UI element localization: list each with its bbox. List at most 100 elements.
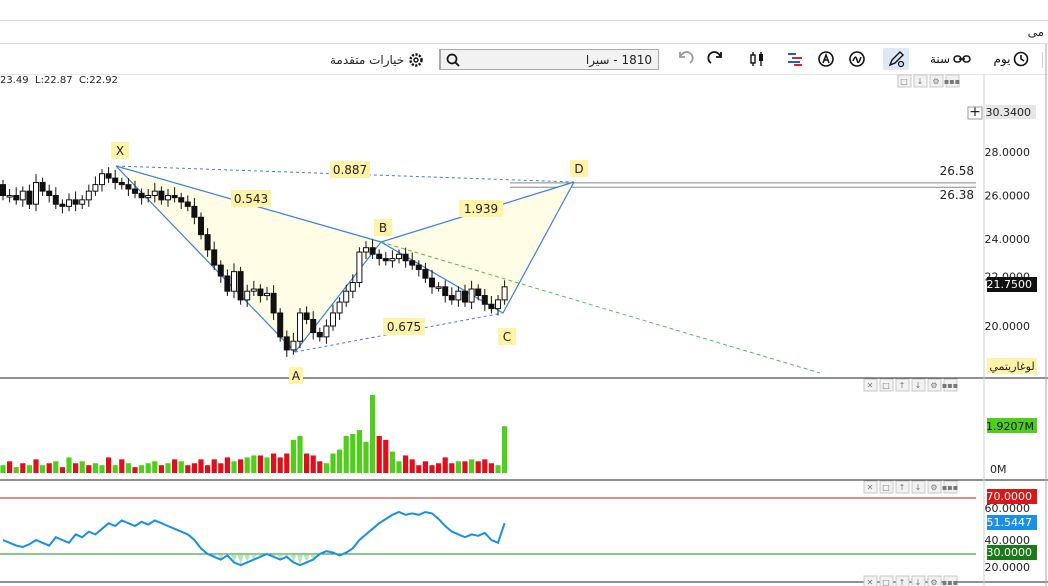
log-scale-button: لوغاريتمي [989,360,1034,373]
chart-canvas[interactable]: □ ↓ ⚙ ▪▪▪ ✕ □ ↑ ↓ ⚙ ▪▪▪ ✕ □ ↑ ↓ ⚙ ▪▪▪ ✕ □ ↑ ↓ ⚙ ▪▪▪ 26.58 26.3… [0,0,1048,586]
panel-2-button-3[interactable]: ↓ [911,480,926,494]
volume-bar-46 [304,453,310,473]
candle-body-7 [46,190,53,196]
volume-bar-74 [488,463,494,473]
panel-0-button-2[interactable]: ⚙ [929,74,944,88]
candle-body-19 [125,184,132,190]
chart-window: مى يوم سنة 1810 - سيرا خيارات متقدمة 23.… [0,0,1048,586]
rsi-last-tag: 51.5447 [987,516,1033,529]
candle-body-58 [382,258,389,262]
panel-button-icon: ⚙ [932,77,939,86]
candle-body-56 [369,247,376,255]
volume-bars [0,395,508,473]
volume-bar-56 [370,395,376,473]
candle-body-51 [336,301,343,314]
volume-bar-59 [389,451,395,473]
volume-bar-50 [330,453,336,473]
panel-1-button-0[interactable]: ✕ [863,378,878,392]
panel-2-button-5[interactable]: ▪▪▪ [942,480,958,494]
candle-body-72 [475,288,482,297]
panel-3-button-3[interactable]: ↓ [911,575,926,586]
volume-bar-61 [403,455,409,473]
volume-bar-20 [132,467,138,473]
panel-2-button-2[interactable]: ↑ [895,480,910,494]
volume-bar-24 [158,465,164,473]
candle-body-8 [52,195,59,205]
volume-bar-36 [238,459,244,473]
volume-bar-11 [73,463,79,473]
panel-0-button-1[interactable]: ↓ [913,74,928,88]
volume-bar-27 [178,461,184,473]
volume-bar-60 [396,461,402,473]
volume-bar-65 [429,465,435,473]
candle-body-2 [13,195,20,201]
panel-3-button-1[interactable]: □ [879,575,894,586]
panel-1-button-1[interactable]: □ [879,378,894,392]
volume-bar-15 [99,465,105,473]
volume-bar-1 [7,461,13,473]
rsi-series [0,497,976,567]
candle-body-73 [481,295,488,305]
candle-body-36 [237,271,244,301]
volume-bar-71 [469,459,475,473]
volume-last-tag: 1.9207M [986,420,1034,433]
level-label-upper: 26.58 [940,164,974,178]
candle-body-37 [244,290,251,301]
volume-bar-5 [33,459,39,473]
candle-body-18 [118,181,125,186]
candle-body-45 [297,312,303,342]
panel-3-button-0[interactable]: ✕ [863,575,878,586]
panel-button-icon: ⚙ [930,381,937,390]
panel-1-button-2[interactable]: ↑ [895,378,910,392]
candle-body-53 [349,282,356,292]
panel-0-button-0[interactable]: □ [897,74,912,88]
candle-body-70 [462,290,468,303]
panel-3-button-4[interactable]: ⚙ [927,575,942,586]
volume-bar-54 [356,430,362,473]
candle-body-11 [72,199,79,205]
volume-bar-52 [343,435,349,473]
panel-button-icon: ▪▪▪ [942,483,958,492]
volume-bar-75 [495,465,501,473]
panel-2-button-1[interactable]: □ [879,480,894,494]
volume-bar-18 [119,459,125,473]
panel-2-button-4[interactable]: ⚙ [927,480,942,494]
volume-bar-3 [20,463,26,473]
panel-2-button-0[interactable]: ✕ [863,480,878,494]
candle-body-27 [178,197,185,203]
volume-bar-10 [66,457,72,473]
volume-bar-73 [482,459,488,473]
candle-body-62 [409,260,416,266]
panel-button-icon: ↓ [915,381,922,390]
volume-bar-28 [185,465,191,473]
panel-1-button-3[interactable]: ↓ [911,378,926,392]
volume-bar-9 [59,467,65,473]
candle-body-74 [488,303,495,310]
volume-bar-2 [13,467,19,473]
panel-control-buttons[interactable]: □ ↓ ⚙ ▪▪▪ ✕ □ ↑ ↓ ⚙ ▪▪▪ ✕ □ ↑ ↓ ⚙ ▪▪▪ ✕ □ ↑ ↓ ⚙ ▪▪▪ [863,74,960,586]
panel-1-button-4[interactable]: ⚙ [927,378,942,392]
price-tick-1: 26.0000 [985,190,1031,203]
candle-body-39 [257,288,264,297]
volume-bar-32 [211,459,217,473]
panel-3-button-5[interactable]: ▪▪▪ [942,575,958,586]
candle-body-20 [132,188,138,194]
volume-bar-38 [251,455,257,473]
volume-axis: 0M 1.9207M [986,418,1037,476]
volume-bar-25 [165,463,171,473]
panel-3-button-2[interactable]: ↑ [895,575,910,586]
volume-bar-40 [264,457,270,473]
panel-0-button-3[interactable]: ▪▪▪ [944,74,960,88]
candle-body-16 [105,173,112,179]
candle-body-64 [422,268,429,279]
candle-body-32 [211,249,218,266]
panel-1-button-5[interactable]: ▪▪▪ [942,378,958,392]
candle-body-35 [231,271,237,292]
candle-body-41 [270,292,277,314]
volume-bar-16 [106,457,112,473]
volume-bar-45 [297,435,303,473]
panel-button-icon: ↑ [899,483,906,492]
volume-bar-68 [449,463,455,473]
harmonic-pattern[interactable]: X B C D A 0.543 0.887 0.675 1.939 [111,142,821,384]
candle-body-25 [165,195,171,201]
